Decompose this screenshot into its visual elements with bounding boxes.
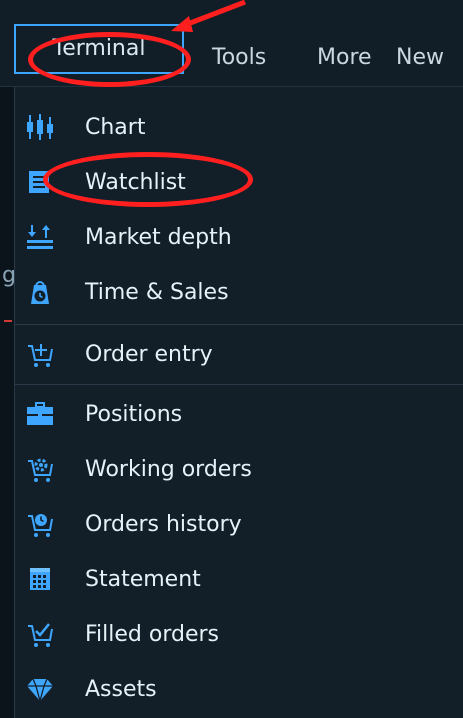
tab-new[interactable]: New bbox=[396, 36, 444, 80]
list-icon bbox=[23, 165, 57, 199]
menu-item-watchlist[interactable]: Watchlist bbox=[15, 154, 463, 210]
background-panel: g bbox=[0, 87, 16, 718]
app-window: Terminal Tools More New g Chart Watchlis… bbox=[0, 0, 463, 718]
time-sales-icon bbox=[23, 275, 57, 309]
background-price-marker bbox=[4, 320, 12, 322]
menu-divider bbox=[15, 384, 463, 385]
menu-item-label: Order entry bbox=[85, 341, 213, 367]
tab-tools[interactable]: Tools bbox=[212, 36, 266, 80]
menu-item-assets[interactable]: Assets bbox=[15, 661, 463, 717]
menu-item-label: Time & Sales bbox=[85, 279, 229, 305]
menu-item-filled-orders[interactable]: Filled orders bbox=[15, 606, 463, 662]
cart-check-icon bbox=[23, 617, 57, 651]
menu-item-label: Chart bbox=[85, 114, 146, 140]
tab-more[interactable]: More bbox=[317, 36, 372, 80]
menu-item-label: Market depth bbox=[85, 224, 232, 250]
menu-item-order-entry[interactable]: Order entry bbox=[15, 326, 463, 382]
menu-item-label: Watchlist bbox=[85, 169, 186, 195]
menu-item-label: Orders history bbox=[85, 511, 242, 537]
menu-item-statement[interactable]: Statement bbox=[15, 551, 463, 607]
tab-terminal[interactable]: Terminal bbox=[14, 24, 184, 74]
menu-item-label: Filled orders bbox=[85, 621, 220, 647]
cart-clock-icon bbox=[23, 507, 57, 541]
menu-item-time-sales[interactable]: Time & Sales bbox=[15, 264, 463, 320]
menu-item-label: Working orders bbox=[85, 456, 252, 482]
calendar-icon bbox=[23, 562, 57, 596]
menu-divider bbox=[15, 324, 463, 325]
menu-item-market-depth[interactable]: Market depth bbox=[15, 209, 463, 265]
diamond-icon bbox=[23, 672, 57, 706]
menu-item-chart[interactable]: Chart bbox=[15, 99, 463, 155]
top-menu-bar: Terminal Tools More New bbox=[0, 0, 463, 87]
menu-item-label: Assets bbox=[85, 676, 157, 702]
terminal-dropdown-menu: Chart Watchlist Market depth Time & Sale… bbox=[14, 87, 463, 718]
depth-icon bbox=[23, 220, 57, 254]
candles-icon bbox=[23, 110, 57, 144]
menu-item-label: Positions bbox=[85, 401, 183, 427]
menu-item-working-orders[interactable]: Working orders bbox=[15, 441, 463, 497]
cart-gear-icon bbox=[23, 452, 57, 486]
menu-item-label: Statement bbox=[85, 566, 201, 592]
menu-item-orders-history[interactable]: Orders history bbox=[15, 496, 463, 552]
briefcase-icon bbox=[23, 397, 57, 431]
cart-plus-icon bbox=[23, 337, 57, 371]
menu-item-positions[interactable]: Positions bbox=[15, 386, 463, 442]
